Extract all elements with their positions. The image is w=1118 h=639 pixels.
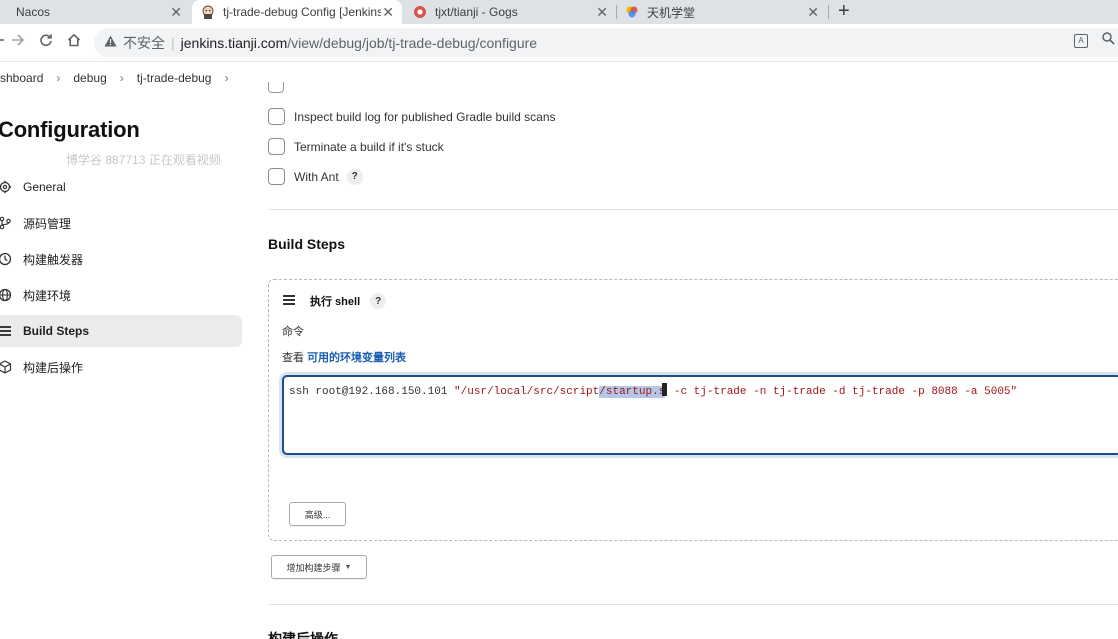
sidebar-item-label: 构建后操作 [23, 360, 84, 375]
sidebar-item-scm[interactable]: 源码管理 [0, 207, 242, 239]
env-vars-link[interactable]: 可用的环境变量列表 [307, 352, 406, 364]
sidebar-item-label: General [23, 180, 66, 194]
close-icon[interactable]: ✕ [596, 3, 608, 21]
advanced-button-label: 高级... [304, 509, 331, 520]
new-tab-button[interactable]: + [838, 1, 850, 21]
gear-icon [0, 180, 14, 194]
tab-title: tj-trade-debug Config [Jenkins] [223, 5, 381, 19]
section-divider [268, 209, 1118, 210]
sidebar-item-environment[interactable]: 构建环境 [0, 279, 242, 311]
tab-separator [828, 5, 829, 19]
option-with-ant[interactable]: With Ant ? [268, 168, 363, 185]
command-string: "/usr/local/src/script [454, 386, 600, 398]
option-label: Inspect build log for published Gradle b… [294, 109, 556, 124]
command-text: ssh root@192.168.150.101 [289, 386, 455, 398]
warning-icon[interactable] [104, 35, 117, 50]
step-title-text: 执行 shell [310, 296, 361, 308]
sidebar-item-general[interactable]: General [0, 171, 242, 203]
checkbox[interactable] [268, 138, 285, 155]
checkbox[interactable] [268, 168, 285, 185]
forward-arrow-icon[interactable] [11, 33, 25, 52]
tab-title: 天机学堂 [647, 5, 696, 20]
sidebar-item-label: Build Steps [23, 324, 90, 338]
tab-gogs[interactable]: tjxt/tianji - Gogs ✕ [404, 0, 616, 24]
post-build-heading: 构建后操作 [268, 631, 338, 639]
breadcrumb-job[interactable]: tj-trade-debug [137, 71, 212, 85]
option-label: With Ant [294, 169, 339, 184]
command-label: 命令 [282, 326, 304, 338]
sidebar-item-triggers[interactable]: 构建触发器 [0, 243, 242, 275]
nacos-favicon [0, 5, 8, 19]
breadcrumb: shboard › debug › tj-trade-debug › [0, 61, 1118, 94]
jenkins-favicon [201, 5, 215, 19]
watermark-text: 博学谷 887713 正在观看视频 [66, 153, 221, 167]
tab-strip: Nacos ✕ tj-trade-debug Config [Jenkins] … [0, 0, 1118, 24]
clock-icon [0, 252, 14, 266]
option-label: Terminate a build if it's stuck [294, 139, 444, 154]
close-icon[interactable]: ✕ [170, 3, 182, 21]
tab-nacos[interactable]: Nacos ✕ [0, 0, 190, 24]
tianji-favicon [625, 5, 639, 19]
breadcrumb-debug[interactable]: debug [73, 71, 106, 85]
zoom-icon[interactable] [1102, 32, 1115, 48]
selected-text: /startup.s [599, 386, 666, 398]
checkbox-partial[interactable] [268, 82, 284, 93]
list-icon [0, 324, 14, 338]
reload-icon[interactable] [39, 33, 53, 52]
step-title: 执行 shell ? [310, 293, 387, 309]
url-path: /view/debug/job/tj-trade-debug/configure [287, 34, 538, 51]
build-steps-heading: Build Steps [268, 236, 346, 252]
sidebar-item-label: 构建环境 [23, 288, 72, 303]
gogs-favicon [413, 5, 427, 19]
close-icon[interactable]: ✕ [807, 3, 819, 21]
drag-handle-icon[interactable] [283, 295, 295, 307]
chevron-right-icon[interactable]: › [224, 71, 228, 85]
sidebar-item-label: 源码管理 [23, 216, 72, 231]
close-icon[interactable]: ✕ [382, 3, 394, 21]
env-vars-line: 查看 可用的环境变量列表 [282, 349, 406, 365]
tab-tianji[interactable]: 天机学堂 ✕ [617, 0, 827, 24]
url-host: jenkins.tianji.com [180, 34, 288, 51]
command-string: -c tj-trade -n tj-trade -d tj-trade -p 8… [667, 386, 1018, 398]
sidebar-item-build-steps[interactable]: Build Steps [0, 315, 242, 347]
env-prefix: 查看 [282, 352, 308, 364]
sidebar-item-post-build[interactable]: 构建后操作 [0, 351, 242, 383]
checkbox[interactable] [268, 108, 285, 125]
add-build-step-button[interactable]: 增加构建步骤 ▼ [271, 555, 367, 579]
advanced-button[interactable]: 高级... [289, 502, 346, 526]
option-terminate-stuck[interactable]: Terminate a build if it's stuck [268, 138, 444, 155]
chevron-right-icon: › [56, 71, 61, 85]
command-textarea[interactable]: ssh root@192.168.150.101 "/usr/local/src… [282, 375, 1118, 455]
section-divider [268, 604, 1118, 605]
address-divider: | [171, 34, 175, 51]
security-label[interactable]: 不安全 [123, 33, 165, 53]
breadcrumb-dashboard[interactable]: shboard [0, 71, 43, 85]
globe-icon [0, 288, 14, 302]
sidebar-item-label: 构建触发器 [23, 252, 84, 267]
tab-jenkins[interactable]: tj-trade-debug Config [Jenkins] ✕ [192, 0, 402, 24]
tab-title: tjxt/tianji - Gogs [435, 5, 518, 19]
help-icon[interactable]: ? [346, 168, 363, 185]
back-arrow-icon[interactable] [0, 33, 4, 52]
cube-icon [0, 360, 14, 374]
option-gradle-scans[interactable]: Inspect build log for published Gradle b… [268, 108, 556, 125]
translate-icon[interactable]: A [1074, 34, 1088, 48]
help-icon[interactable]: ? [370, 293, 387, 309]
browser-toolbar: 不安全 | jenkins.tianji.com /view/debug/job… [0, 24, 1118, 61]
tab-title: Nacos [16, 5, 51, 19]
chevron-right-icon: › [119, 71, 124, 85]
branch-icon [0, 216, 14, 230]
caret-down-icon: ▼ [344, 563, 352, 571]
add-build-step-label: 增加构建步骤 [286, 562, 341, 573]
home-icon[interactable] [67, 33, 81, 52]
address-bar[interactable]: 不安全 | jenkins.tianji.com /view/debug/job… [94, 28, 1118, 57]
page-title: Configuration [0, 117, 140, 142]
